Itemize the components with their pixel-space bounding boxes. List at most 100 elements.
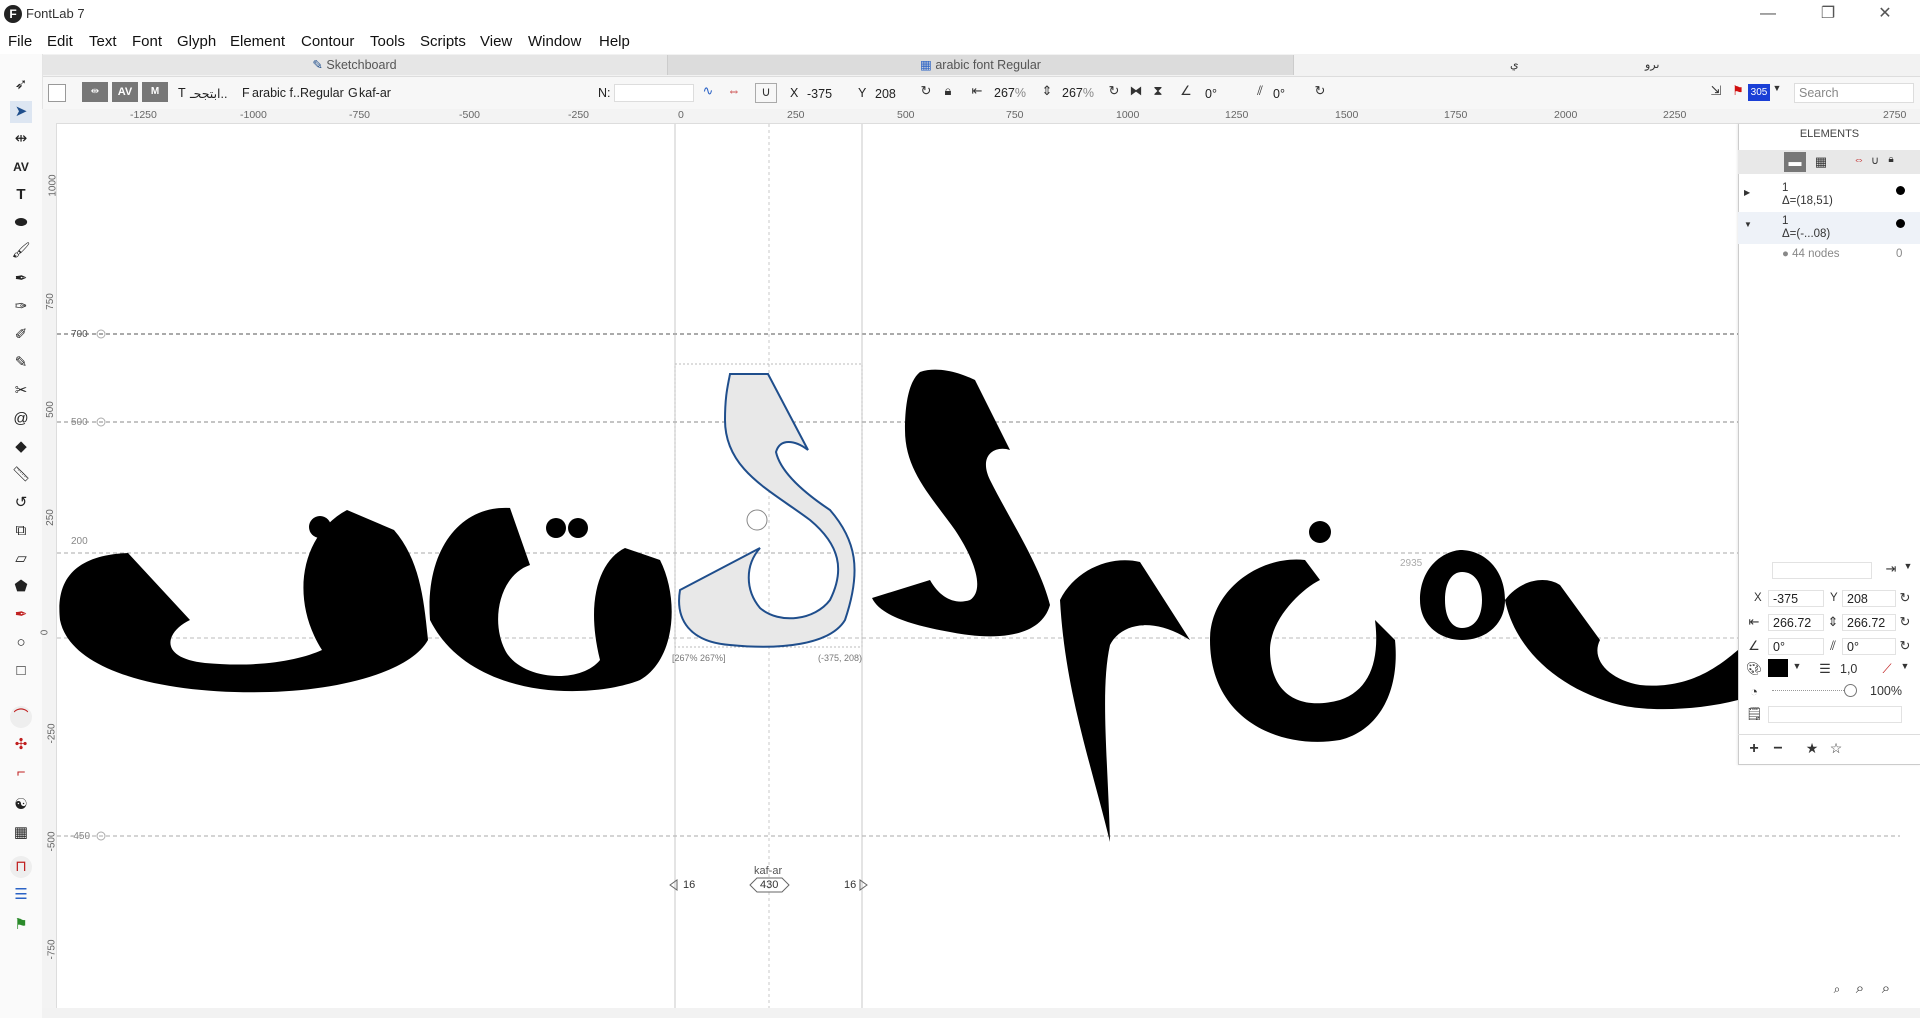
curve-tool-icon[interactable]: ⌒ (10, 706, 32, 728)
hint-tool-icon[interactable]: ⚑ (10, 914, 32, 936)
brush-icon[interactable]: 🖌︎ (10, 240, 32, 262)
element-height-input[interactable]: 266.72 (1842, 614, 1896, 631)
node-name-input[interactable] (614, 84, 694, 102)
element-slant-input[interactable]: 0° (1842, 638, 1896, 655)
fill-color-swatch[interactable] (1768, 659, 1788, 677)
opacity-value[interactable]: 100% (1870, 684, 1902, 698)
rotate-input[interactable]: 0° (1200, 84, 1240, 102)
flag-icon[interactable]: ⚑ (1731, 83, 1745, 99)
yin-yang-icon[interactable]: ☯ (10, 794, 32, 816)
menu-glyph[interactable]: Glyph (177, 33, 216, 50)
menu-view[interactable]: View (480, 33, 512, 50)
stroke-color-icon[interactable]: ⟋ (1880, 661, 1894, 677)
advance-width-label[interactable]: 430 (760, 879, 778, 891)
guide-tool-icon[interactable]: ⊓ (10, 856, 32, 878)
visibility-dot-icon[interactable] (1896, 186, 1905, 195)
remove-element-icon[interactable]: − (1770, 740, 1786, 758)
export-icon[interactable]: ⇲ (1708, 83, 1724, 99)
chevron-down-icon[interactable]: ▼ (1792, 661, 1802, 671)
element-width-input[interactable]: 266.72 (1768, 614, 1824, 631)
flip-horizontal-icon[interactable]: ⧓ (1128, 83, 1144, 99)
power-pen-icon[interactable]: ✑ (10, 296, 32, 318)
expand-arrow-icon[interactable]: ▶ (1744, 188, 1750, 197)
corner-node-icon[interactable]: ⇔ (724, 83, 744, 101)
reset-icon[interactable]: ↻ (1898, 614, 1912, 630)
star-filled-icon[interactable]: ★ (1804, 740, 1820, 757)
width-input[interactable]: 267% (994, 86, 1026, 100)
reset-transform-icon[interactable]: ↻ (1312, 83, 1328, 99)
chevron-down-icon[interactable]: ▼ (1772, 83, 1782, 93)
rapid-icon[interactable]: ✐ (10, 324, 32, 346)
zoom-fit-icon[interactable]: ⌕ (1878, 980, 1894, 997)
flip-vertical-icon[interactable]: ⧗ (1150, 83, 1166, 99)
rectangle-icon[interactable]: □ (10, 660, 32, 682)
pointer-icon[interactable]: ➤ (10, 101, 32, 123)
menu-element[interactable]: Element (230, 33, 285, 50)
metrics-icon[interactable]: ⇹ (10, 128, 32, 150)
visibility-dot-icon[interactable] (1896, 219, 1905, 228)
tab-extra-2[interactable]: ىرو (1645, 58, 1659, 71)
search-input[interactable]: Search (1794, 83, 1914, 103)
hook-icon[interactable]: ⌐ (10, 762, 32, 784)
ruler-icon[interactable]: 📏︎ (10, 464, 32, 486)
menu-contour[interactable]: Contour (301, 33, 354, 50)
sidebar-toggle-icon[interactable] (48, 84, 66, 102)
lock-icon[interactable]: 🔒︎ (1884, 154, 1898, 165)
knife-icon[interactable]: ✂ (10, 380, 32, 402)
element-rotate-input[interactable]: 0° (1768, 638, 1824, 655)
list-view-icon[interactable]: ▬ (1784, 152, 1806, 172)
tangent-node-icon[interactable]: ∪ (755, 83, 777, 103)
reset-scale-icon[interactable]: ↻ (1106, 83, 1122, 99)
slant-input[interactable]: 0° (1268, 84, 1308, 102)
clip-icon[interactable]: ∪ (1868, 154, 1882, 167)
smooth-node-icon[interactable]: ∿ (698, 83, 718, 101)
tab-sketchboard[interactable]: ✎ Sketchboard (42, 55, 668, 75)
star-outline-icon[interactable]: ☆ (1828, 740, 1844, 757)
eyedropper-icon[interactable]: ✒ (10, 604, 32, 626)
ellipse-icon[interactable]: ○ (10, 632, 32, 654)
x-input[interactable]: -375 (802, 84, 852, 102)
anchor-tool-icon[interactable]: ☰ (10, 884, 32, 906)
element-y-input[interactable]: 208 (1842, 590, 1896, 607)
rotate-tool-icon[interactable]: ↺ (10, 492, 32, 514)
link-icon[interactable]: ⇔ (1852, 154, 1866, 166)
spiral-icon[interactable]: @ (10, 408, 32, 430)
close-button[interactable]: ✕ (1862, 2, 1908, 26)
horizontal-ruler[interactable] (42, 109, 1920, 124)
pen-icon[interactable]: ✒ (10, 268, 32, 290)
opacity-slider-handle[interactable] (1844, 684, 1857, 697)
menu-tools[interactable]: Tools (370, 33, 405, 50)
pencil-icon[interactable]: ✎ (10, 352, 32, 374)
reset-icon[interactable]: ↻ (1898, 638, 1912, 654)
insert-icon[interactable]: ⇥ (1884, 561, 1898, 577)
height-input[interactable]: 267% (1062, 86, 1094, 100)
lsb-label[interactable]: 16 (683, 879, 695, 891)
grid-view-icon[interactable]: ▦ (1810, 152, 1832, 172)
chevron-down-icon[interactable]: ▼ (1900, 661, 1910, 671)
text-field[interactable]: ابتجحـ.. (190, 86, 227, 101)
menu-file[interactable]: File (8, 33, 32, 50)
text-icon[interactable]: T (10, 184, 32, 206)
scale-tool-icon[interactable]: ⧉ (10, 520, 32, 542)
element-x-input[interactable]: -375 (1768, 590, 1824, 607)
menu-edit[interactable]: Edit (47, 33, 73, 50)
node-tool-icon[interactable]: ✣ (10, 734, 32, 756)
reset-position-icon[interactable]: ↻ (918, 83, 934, 99)
fill-icon[interactable]: ◆ (10, 436, 32, 458)
add-element-icon[interactable]: + (1746, 740, 1762, 758)
glyph-counter[interactable]: 305 (1748, 84, 1770, 101)
slant-tool-icon[interactable]: ▱ (10, 548, 32, 570)
glyph-canvas[interactable] (57, 124, 1920, 1010)
lock-icon[interactable]: 🔒︎ (940, 83, 956, 99)
menu-text[interactable]: Text (89, 33, 117, 50)
minimize-button[interactable]: — (1745, 2, 1791, 26)
horizontal-scrollbar[interactable] (42, 1008, 1920, 1018)
y-input[interactable]: 208 (870, 84, 920, 102)
opacity-slider[interactable] (1772, 690, 1854, 691)
eraser-icon[interactable]: ⬬ (10, 212, 32, 234)
chevron-down-icon[interactable]: ▼ (1902, 561, 1914, 571)
element-name-input[interactable] (1772, 562, 1872, 579)
metrics-mode-button[interactable]: M (142, 82, 168, 102)
menu-scripts[interactable]: Scripts (420, 33, 466, 50)
contour-select-icon[interactable]: ➶ (10, 74, 32, 96)
